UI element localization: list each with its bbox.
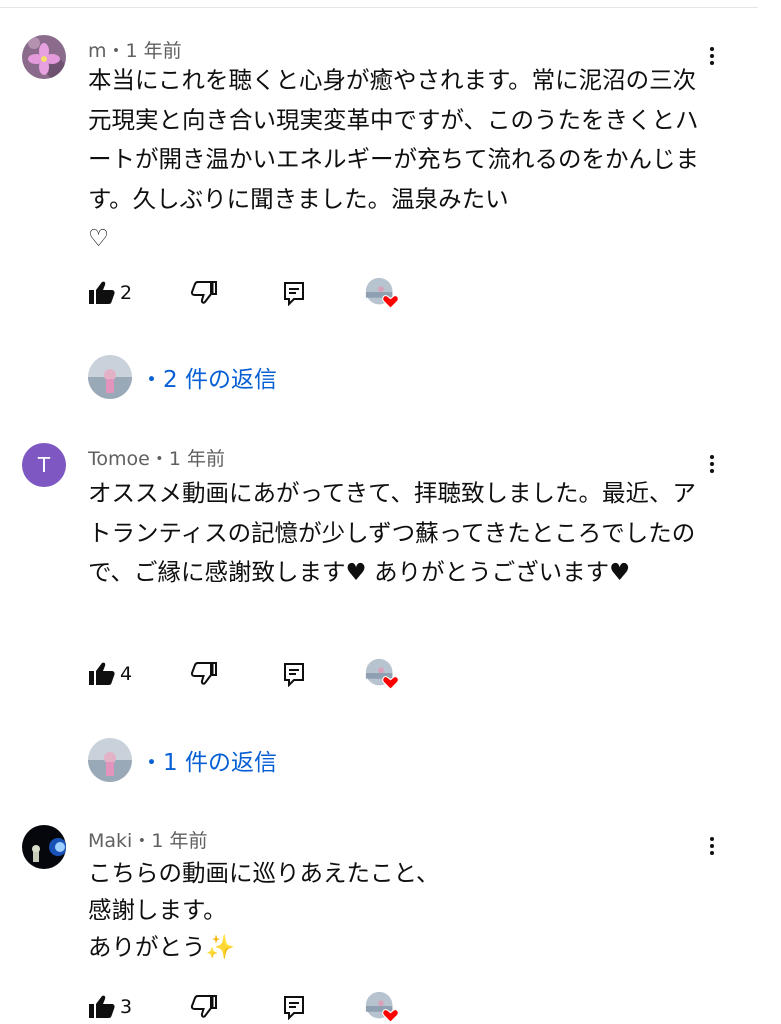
reply-icon (284, 663, 304, 687)
comment-time: ・1 年前 (106, 40, 182, 62)
like-count: 2 (120, 282, 133, 304)
creator-heart-icon (365, 658, 399, 690)
comment-text: 本当にこれを聴くと心身が癒やされます。常に泥沼の三次元現実と向き合い現実変革中で… (88, 66, 699, 252)
comment-text: オススメ動画にあがってきて、拝聴致しました。最近、アトランティスの記憶が少しずつ… (88, 479, 696, 586)
replies-count: ・2 件の返信 (140, 367, 277, 393)
creator-heart (364, 276, 400, 310)
dislike-button[interactable] (190, 990, 218, 1024)
thumb-down-icon (190, 281, 217, 304)
author-name[interactable]: Maki (88, 830, 132, 852)
comment-actions: 2 (88, 276, 428, 310)
comment-actions: 4 (88, 657, 428, 691)
dislike-button[interactable] (190, 276, 218, 310)
author-avatar[interactable] (22, 35, 66, 79)
flower-avatar-icon (22, 35, 66, 79)
reply-button[interactable] (282, 990, 306, 1024)
comment-time: ・1 年前 (132, 830, 208, 852)
top-divider (0, 7, 758, 8)
thumb-up-icon (89, 662, 115, 685)
comment-text: こちらの動画に巡りあえたこと、 感謝します。 ありがとう✨ (88, 859, 440, 961)
author-avatar[interactable]: T (22, 443, 66, 487)
creator-heart-icon (365, 277, 399, 309)
view-replies-button[interactable]: ・1 件の返信 (88, 737, 277, 783)
night-avatar-icon (22, 825, 66, 869)
dislike-button[interactable] (190, 657, 218, 691)
reply-icon (284, 996, 304, 1020)
author-name[interactable]: Tomoe (88, 448, 150, 470)
reply-icon (284, 282, 304, 306)
thumb-up-icon (89, 995, 115, 1018)
comment-time: ・1 年前 (149, 448, 225, 470)
comment-actions: 3 (88, 990, 428, 1024)
creator-heart (364, 990, 400, 1024)
thumb-down-icon (190, 995, 217, 1018)
comment-meta: Tomoe・1 年前 (88, 444, 225, 471)
like-count: 4 (120, 663, 133, 685)
comment-meta: Maki・1 年前 (88, 826, 207, 853)
comment-meta: m・1 年前 (88, 36, 182, 63)
author-avatar[interactable] (22, 825, 66, 869)
like-button[interactable]: 3 (88, 990, 132, 1024)
view-replies-button[interactable]: ・2 件の返信 (88, 354, 277, 400)
creator-heart-icon (365, 991, 399, 1023)
replies-count: ・1 件の返信 (140, 750, 277, 776)
reply-avatar (88, 355, 132, 399)
like-count: 3 (120, 996, 133, 1018)
creator-heart (364, 657, 400, 691)
reply-avatar (88, 738, 132, 782)
thumb-up-icon (89, 281, 115, 304)
like-button[interactable]: 2 (88, 276, 132, 310)
avatar-letter: T (37, 453, 51, 477)
thumb-down-icon (190, 662, 217, 685)
like-button[interactable]: 4 (88, 657, 132, 691)
reply-button[interactable] (282, 276, 306, 310)
author-name[interactable]: m (88, 40, 107, 62)
reply-button[interactable] (282, 657, 306, 691)
